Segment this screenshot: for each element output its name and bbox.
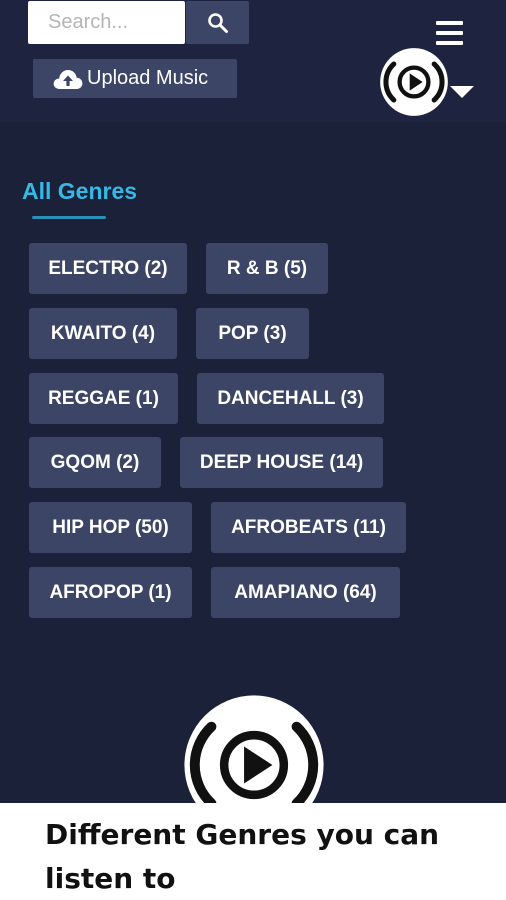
hamburger-menu-icon[interactable]	[436, 21, 463, 45]
play-logo-icon[interactable]	[378, 46, 450, 118]
genre-chip[interactable]: DANCEHALL (3)	[197, 373, 384, 424]
top-bar: Upload Music	[0, 0, 506, 122]
upload-music-button[interactable]: Upload Music	[33, 59, 237, 98]
search-input[interactable]	[28, 1, 185, 44]
genre-chip[interactable]: R & B (5)	[206, 243, 328, 294]
genre-chip[interactable]: GQOM (2)	[29, 437, 161, 488]
genre-chip[interactable]: HIP HOP (50)	[29, 502, 192, 553]
caption-text: Different Genres you can listen to	[45, 818, 440, 895]
page-title: All Genres	[22, 178, 138, 204]
caret-down-icon[interactable]	[450, 86, 474, 98]
genre-chip[interactable]: DEEP HOUSE (14)	[180, 437, 383, 488]
genre-chip[interactable]: AFROBEATS (11)	[211, 502, 406, 553]
search-icon	[207, 12, 228, 33]
upload-music-label: Upload Music	[87, 67, 209, 89]
genre-chip[interactable]: AFROPOP (1)	[29, 567, 192, 618]
genre-chip[interactable]: ELECTRO (2)	[29, 243, 187, 294]
genre-chip[interactable]: AMAPIANO (64)	[211, 567, 400, 618]
promo-caption: Different Genres you can listen to	[0, 803, 506, 900]
genre-chip[interactable]: POP (3)	[196, 308, 309, 359]
cloud-upload-icon	[53, 68, 83, 90]
genre-chip[interactable]: REGGAE (1)	[29, 373, 178, 424]
title-underline	[32, 216, 106, 219]
genre-chip[interactable]: KWAITO (4)	[29, 308, 177, 359]
search-button[interactable]	[186, 1, 249, 44]
